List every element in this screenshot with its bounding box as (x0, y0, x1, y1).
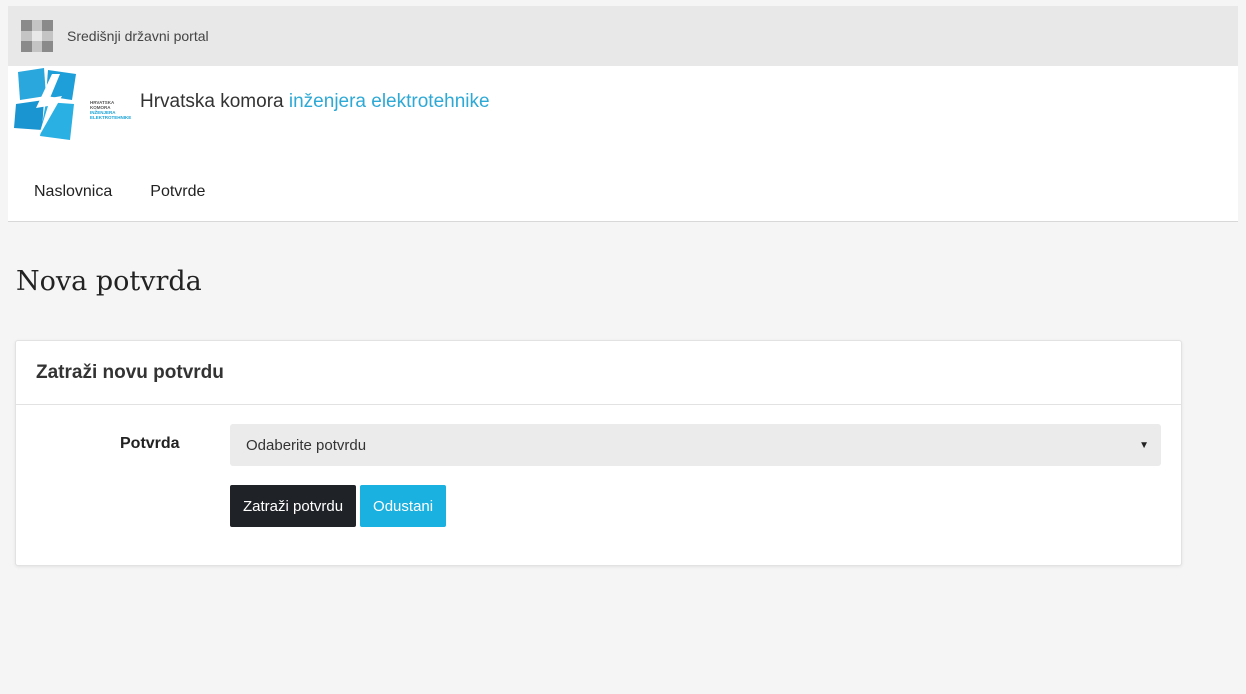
form-row-potvrda: Potvrda Odaberite potvrdu ▼ (16, 424, 1181, 466)
croatian-checkerboard-icon[interactable] (21, 20, 53, 52)
brand[interactable]: HRVATSKA KOMORA INŽENJERA ELEKTROTEHNIKE… (14, 66, 490, 144)
cancel-button[interactable]: Odustani (360, 485, 447, 527)
logo-wordmark: HRVATSKA KOMORA INŽENJERA ELEKTROTEHNIKE (90, 100, 132, 120)
hkie-logo-icon (14, 66, 86, 144)
site-name-plain: Hrvatska komora (140, 91, 284, 112)
gov-portal-bar: Središnji državni portal (8, 6, 1238, 66)
main-nav: Naslovnica Potvrde (34, 183, 243, 201)
site-name[interactable]: Hrvatska komora inženjera elektrotehnike (140, 91, 490, 113)
potvrda-label: Potvrda (120, 435, 180, 452)
request-certificate-button[interactable]: Zatraži potvrdu (230, 485, 357, 527)
request-certificate-card: Zatraži novu potvrdu Potvrda Odaberite p… (15, 340, 1182, 566)
gov-portal-link[interactable]: Središnji državni portal (67, 28, 209, 44)
site-header: HRVATSKA KOMORA INŽENJERA ELEKTROTEHNIKE… (8, 66, 1238, 222)
page: Središnji državni portal HRVATSKA KOMORA… (0, 0, 1246, 694)
caret-down-icon: ▼ (1139, 439, 1149, 451)
select-value: Odaberite potvrdu (246, 436, 367, 454)
potvrda-select[interactable]: Odaberite potvrdu ▼ (230, 424, 1161, 466)
nav-item-potvrde[interactable]: Potvrde (150, 183, 205, 201)
site-name-accent: inženjera elektrotehnike (288, 91, 490, 112)
nav-item-naslovnica[interactable]: Naslovnica (34, 183, 112, 201)
form-actions: Zatraži potvrdu Odustani (230, 485, 447, 527)
card-title: Zatraži novu potvrdu (16, 341, 1181, 405)
page-title: Nova potvrda (16, 266, 202, 297)
